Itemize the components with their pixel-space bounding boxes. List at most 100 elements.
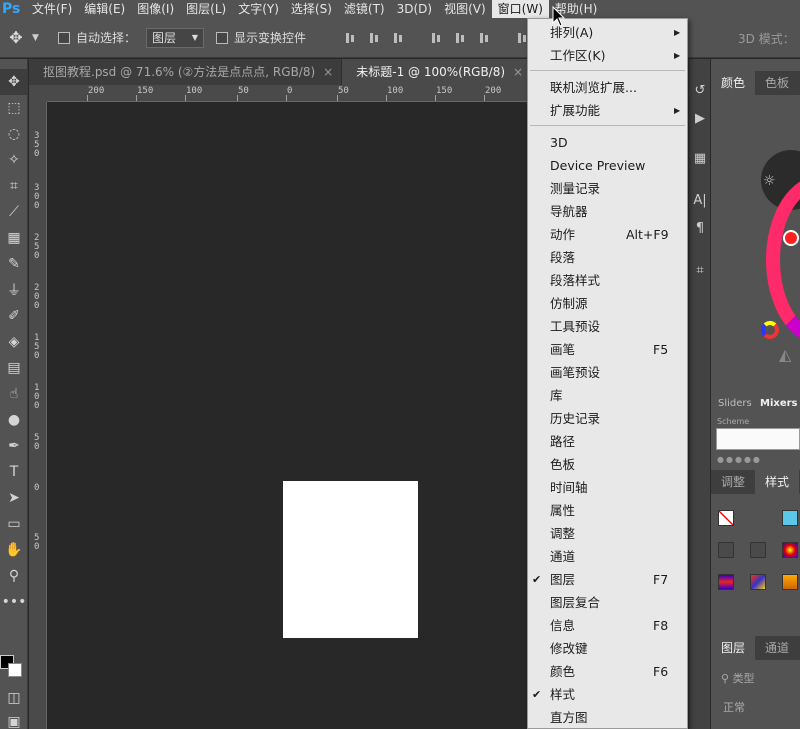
dodge-icon[interactable]: ● [0, 407, 28, 433]
align-bottom-icon[interactable] [392, 31, 406, 45]
auto-select-dropdown[interactable]: 图层 ▼ [146, 27, 205, 48]
show-transform-checkbox[interactable] [216, 31, 229, 44]
window-menu-item[interactable]: 3D [528, 131, 687, 154]
menu-edit[interactable]: 编辑(E) [78, 0, 131, 18]
window-menu-item[interactable]: 通道 [528, 545, 687, 568]
tool-preset-caret-icon[interactable]: ▼ [32, 33, 46, 43]
move-icon[interactable]: ✥ [0, 69, 28, 95]
history-icon[interactable]: ↺ [689, 83, 711, 98]
brush-icon[interactable]: ✎ [0, 251, 28, 277]
hand-icon[interactable]: ✋ [0, 537, 28, 563]
menu-image[interactable]: 图像(I) [131, 0, 180, 18]
quick-mask-icon[interactable]: ◫ [0, 685, 28, 711]
more-tools-icon[interactable]: ••• [0, 589, 28, 615]
window-menu-item[interactable]: 信息 F8 [528, 614, 687, 637]
color-mode-icon[interactable] [761, 321, 779, 339]
window-menu-item[interactable]: Device Preview [528, 154, 687, 177]
color-picker-handle[interactable] [783, 230, 799, 246]
style-swatch[interactable] [750, 542, 766, 558]
window-menu-item[interactable]: 路径 [528, 430, 687, 453]
window-menu-item[interactable]: 属性 [528, 499, 687, 522]
style-swatch[interactable] [750, 510, 766, 526]
window-menu-item[interactable]: 测量记录 [528, 177, 687, 200]
brightness-icon[interactable]: ☼ [763, 173, 776, 189]
style-swatch[interactable] [782, 542, 798, 558]
stamp-icon[interactable]: ⏚ [0, 277, 28, 303]
rectangle-icon[interactable]: ▭ [0, 511, 28, 537]
tab-mixers[interactable]: Mixers [760, 398, 798, 409]
align-right-icon[interactable] [478, 31, 492, 45]
gradient-icon[interactable]: ▤ [0, 355, 28, 381]
magic-wand-icon[interactable]: ✧ [0, 147, 28, 173]
menu-window[interactable]: 窗口(W) [491, 0, 549, 18]
window-menu-item[interactable]: 扩展功能 ▶ [528, 99, 687, 122]
tab-styles[interactable]: 样式 [755, 470, 800, 494]
tab-sliders[interactable]: Sliders [718, 398, 752, 409]
style-none-swatch[interactable] [718, 510, 734, 526]
align-hcenter-icon[interactable] [454, 31, 468, 45]
marquee-icon[interactable]: ⬚ [0, 95, 28, 121]
ruler-left[interactable]: 350 300 250 200 150 100 50 0 50 [29, 102, 47, 729]
window-menu-item[interactable]: 时间轴 [528, 476, 687, 499]
tab-layers[interactable]: 图层 [711, 636, 756, 660]
style-swatch[interactable] [750, 574, 766, 590]
window-menu-item[interactable]: 仿制源 [528, 292, 687, 315]
eyedropper-icon[interactable]: ⟋ [0, 199, 28, 225]
window-menu-item[interactable]: 段落样式 [528, 269, 687, 292]
tab-channels[interactable]: 通道 [755, 636, 799, 660]
style-swatch[interactable] [718, 542, 734, 558]
window-menu-item[interactable]: 动作 Alt+F9 [528, 223, 687, 246]
window-menu-item[interactable]: 直方图 [528, 706, 687, 729]
frame-icon[interactable]: ▦ [0, 225, 28, 251]
layers-filter[interactable]: ⚲ 类型 [721, 670, 755, 686]
smudge-icon[interactable]: ☝ [0, 381, 28, 407]
window-menu-item[interactable]: ✔ 样式 [528, 683, 687, 706]
window-menu-item[interactable]: 工具预设 [528, 315, 687, 338]
window-menu-item[interactable]: 段落 [528, 246, 687, 269]
menu-file[interactable]: 文件(F) [26, 0, 78, 18]
properties-icon[interactable]: ▦ [689, 151, 711, 166]
eraser-icon[interactable]: ◈ [0, 329, 28, 355]
style-swatch[interactable] [782, 510, 798, 526]
pen-icon[interactable]: ✒ [0, 433, 28, 459]
play-icon[interactable]: ▶ [689, 111, 711, 126]
ruler-top[interactable]: 200 150 100 50 0 50 100 150 200 [47, 85, 527, 102]
align-top-icon[interactable] [344, 31, 358, 45]
zoom-icon[interactable]: ⚲ [0, 563, 28, 589]
window-menu-item[interactable]: 导航器 [528, 200, 687, 223]
window-menu-item[interactable]: 图层复合 [528, 591, 687, 614]
align-left-icon[interactable] [430, 31, 444, 45]
window-menu-item[interactable]: 画笔 F5 [528, 338, 687, 361]
window-menu-item[interactable]: 联机浏览扩展... [528, 76, 687, 99]
screen-mode-icon[interactable]: ▣ [0, 709, 28, 729]
window-menu-item[interactable]: 历史记录 [528, 407, 687, 430]
navigate-icon[interactable]: ◭ [779, 345, 791, 364]
crop-icon[interactable]: ⌗ [0, 173, 28, 199]
align-vcenter-icon[interactable] [368, 31, 382, 45]
menu-select[interactable]: 选择(S) [285, 0, 338, 18]
scheme-bar[interactable] [716, 428, 800, 450]
ruler-corner[interactable] [29, 85, 47, 102]
close-icon[interactable]: × [513, 65, 523, 79]
scheme-dots[interactable]: ●●●●● [717, 455, 762, 464]
auto-select-checkbox[interactable] [58, 31, 70, 44]
menu-filter[interactable]: 滤镜(T) [338, 0, 391, 18]
menu-layer[interactable]: 图层(L) [180, 0, 232, 18]
menu-view[interactable]: 视图(V) [438, 0, 492, 18]
tab-document-1[interactable]: 抠图教程.psd @ 71.6% (②方法是点点点, RGB/8) × [29, 59, 343, 85]
character-icon[interactable]: A| [689, 193, 711, 208]
glyphs-icon[interactable]: ⌗ [689, 263, 711, 278]
window-menu-item[interactable]: 工作区(K) ▶ [528, 44, 687, 67]
window-menu-item[interactable]: 库 [528, 384, 687, 407]
history-brush-icon[interactable]: ✐ [0, 303, 28, 329]
document-canvas[interactable] [283, 481, 418, 638]
menu-3d[interactable]: 3D(D) [391, 0, 438, 18]
blend-mode-select[interactable]: 正常 [723, 699, 745, 715]
tab-adjustments[interactable]: 调整 [711, 470, 755, 494]
tab-swatches[interactable]: 色板 [755, 71, 799, 95]
window-menu-item[interactable]: 画笔预设 [528, 361, 687, 384]
lasso-icon[interactable]: ◌ [0, 121, 28, 147]
background-color-swatch[interactable] [8, 663, 22, 677]
move-tool-icon[interactable]: ✥ [0, 28, 32, 47]
window-menu-item[interactable]: ✔ 图层 F7 [528, 568, 687, 591]
